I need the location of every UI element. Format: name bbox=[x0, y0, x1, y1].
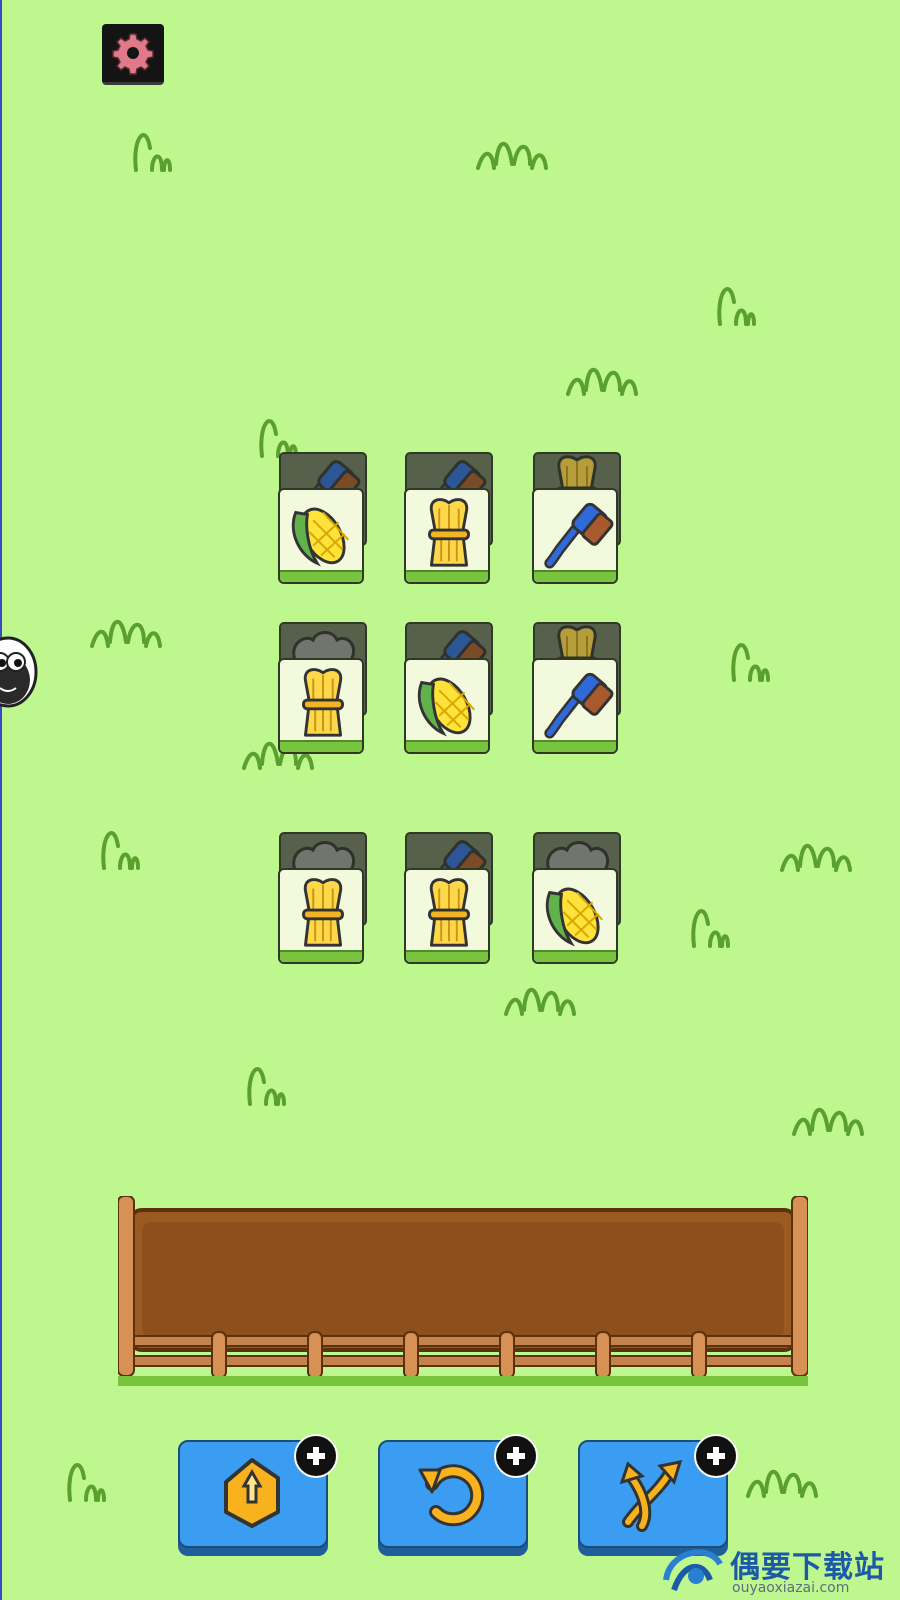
grass-tuft bbox=[792, 1107, 864, 1136]
tile-corn[interactable] bbox=[278, 452, 367, 584]
watermark: 偶要下载站 ouyaoxiazai.com bbox=[660, 1540, 900, 1600]
grass-tuft bbox=[101, 831, 140, 870]
grass-tuft bbox=[504, 987, 576, 1016]
grass-tuft bbox=[133, 133, 172, 172]
corn-icon bbox=[545, 887, 604, 947]
wheat-icon bbox=[302, 668, 344, 737]
watermark-logo-icon bbox=[663, 1549, 723, 1592]
add-remove-powerup[interactable] bbox=[294, 1434, 338, 1478]
grass-tuft bbox=[247, 1067, 286, 1106]
shuffle-icon bbox=[619, 1460, 683, 1532]
grass-tuft bbox=[746, 1469, 818, 1498]
tile-wheat[interactable] bbox=[278, 832, 367, 964]
tile-brush[interactable] bbox=[532, 622, 621, 754]
tile-wheat[interactable] bbox=[404, 452, 493, 584]
grass-tuft bbox=[780, 843, 852, 872]
grass-tuft bbox=[476, 141, 548, 170]
tile-brush[interactable] bbox=[532, 452, 621, 584]
add-shuffle-powerup[interactable] bbox=[694, 1434, 738, 1478]
tile-wheat[interactable] bbox=[278, 622, 367, 754]
gear-icon bbox=[112, 33, 154, 75]
grass-tuft bbox=[717, 287, 756, 326]
tile-corn[interactable] bbox=[532, 832, 621, 964]
brush-icon bbox=[544, 502, 614, 569]
remove-tiles-button[interactable] bbox=[178, 1434, 338, 1555]
grass-tuft bbox=[691, 909, 730, 948]
grass-tuft bbox=[67, 1463, 106, 1502]
settings-button[interactable] bbox=[102, 24, 164, 85]
remove-tiles-icon bbox=[224, 1458, 280, 1528]
corn-icon bbox=[291, 507, 350, 567]
shuffle-button[interactable] bbox=[578, 1434, 738, 1555]
add-undo-powerup[interactable] bbox=[494, 1434, 538, 1478]
grass-tuft bbox=[731, 643, 770, 682]
wheat-icon bbox=[428, 878, 470, 947]
screen-edge bbox=[0, 0, 2, 1600]
watermark-url: ouyaoxiazai.com bbox=[732, 1580, 850, 1596]
tile-wheat[interactable] bbox=[404, 832, 493, 964]
corn-icon bbox=[417, 677, 476, 737]
undo-button[interactable] bbox=[378, 1434, 538, 1555]
brush-icon bbox=[544, 672, 614, 739]
tile-corn[interactable] bbox=[404, 622, 493, 754]
collection-tray bbox=[118, 1196, 808, 1386]
grass-tuft bbox=[90, 619, 162, 648]
sheep-character bbox=[0, 636, 38, 708]
undo-icon bbox=[418, 1464, 485, 1527]
grass-tuft bbox=[566, 367, 638, 396]
wheat-icon bbox=[302, 878, 344, 947]
wheat-icon bbox=[428, 498, 470, 567]
